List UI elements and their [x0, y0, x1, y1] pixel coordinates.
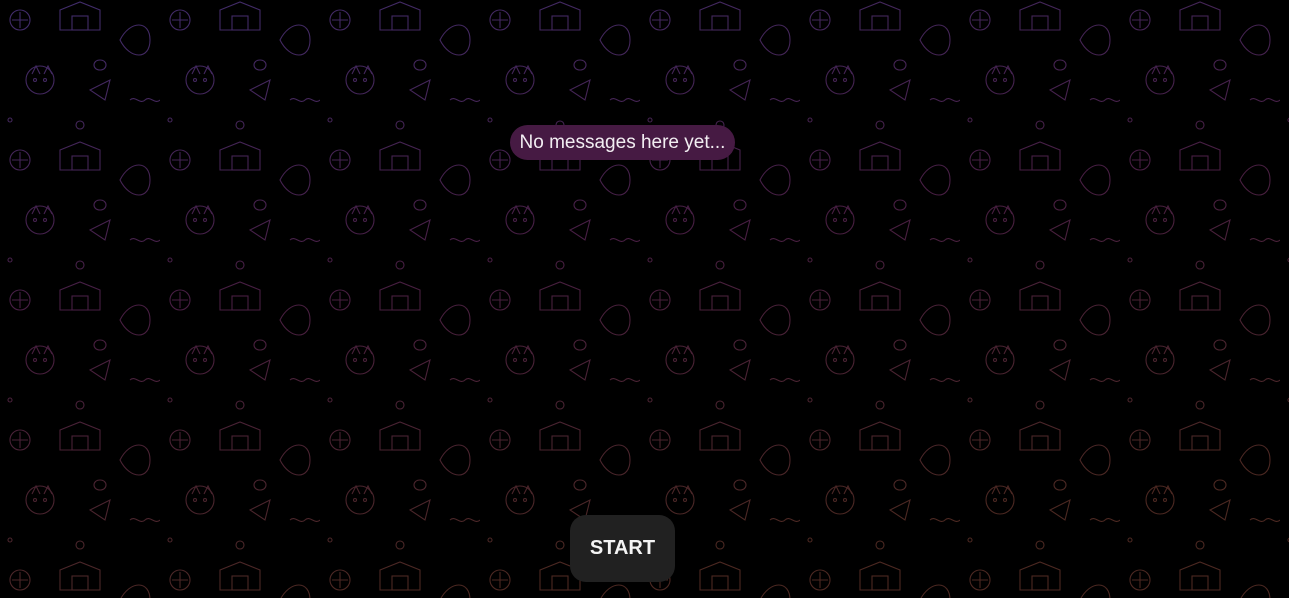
- empty-chat-text: No messages here yet...: [519, 131, 726, 153]
- empty-chat-message: No messages here yet...: [510, 125, 735, 160]
- start-button[interactable]: START: [570, 515, 675, 582]
- chat-background-pattern: [0, 0, 1289, 598]
